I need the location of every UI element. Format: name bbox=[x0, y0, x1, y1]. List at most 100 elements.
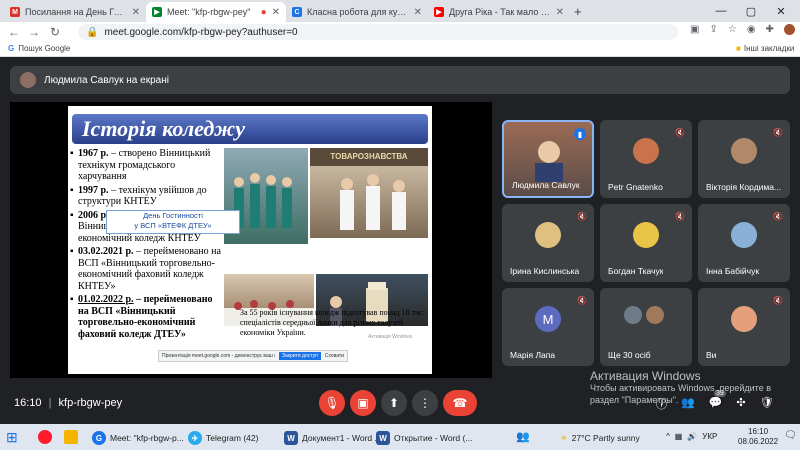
photo-banner: ТОВАРОЗНАВСТВА bbox=[310, 148, 428, 166]
participant-avatar bbox=[731, 222, 757, 248]
taskbar-item-chrome[interactable]: G Meet: "kfp-rbgw-p... bbox=[92, 428, 184, 448]
participant-avatar bbox=[731, 138, 757, 164]
close-tab-icon[interactable]: ✕ bbox=[132, 7, 140, 18]
participant-avatar bbox=[624, 306, 642, 324]
close-tab-icon[interactable]: ✕ bbox=[272, 7, 280, 18]
mic-muted-icon: 🔇 bbox=[675, 211, 685, 221]
meet-icon: ▶ bbox=[152, 7, 162, 17]
volume-icon[interactable]: 🔊 bbox=[687, 432, 697, 441]
extension-icon[interactable]: ◉ bbox=[747, 24, 756, 35]
slide-watermark: Активація Windows bbox=[368, 334, 413, 340]
address-bar[interactable]: 🔒 meet.google.com/kfp-rbgw-pey?authuser=… bbox=[78, 24, 678, 40]
tab-classroom[interactable]: C Класна робота для курсу "ФБС ✕ bbox=[286, 2, 428, 22]
slide-title: Історія коледжу bbox=[72, 114, 428, 144]
slide-bullet: 01.02.2022 р. – перейменовано на ВСП «Ві… bbox=[70, 294, 222, 340]
participant-count-badge: 39 bbox=[714, 390, 726, 397]
star-icon[interactable]: ☆ bbox=[728, 24, 737, 35]
slide-bullet: 1997 р. – технікум увійшов до структури … bbox=[70, 185, 222, 208]
share-icon[interactable]: ⇪ bbox=[709, 24, 717, 35]
tab-meet[interactable]: ▶ Meet: "kfp-rbgw-pey" ● ✕ bbox=[146, 2, 286, 22]
tab-youtube[interactable]: ▶ Друга Ріка - Так мало тут тебе ✕ bbox=[428, 2, 570, 22]
forward-icon[interactable]: → bbox=[28, 25, 40, 39]
puzzle-icon[interactable]: ✚ bbox=[766, 24, 774, 35]
screen-share-notice: Презентація meet.google.com - демонструє… bbox=[158, 350, 348, 362]
participant-avatar bbox=[633, 138, 659, 164]
more-participants-tile[interactable]: Ще 30 осіб bbox=[600, 288, 692, 366]
participant-avatar bbox=[646, 306, 664, 324]
weather-widget[interactable]: ☀ 27°C Partly sunny bbox=[560, 428, 640, 448]
file-explorer-icon[interactable] bbox=[64, 430, 78, 444]
google-icon: G bbox=[8, 44, 15, 53]
hide-button[interactable]: Сховати bbox=[325, 353, 344, 359]
participant-tile[interactable]: 🔇 Інна Бабійчук bbox=[698, 204, 790, 282]
new-tab-button[interactable]: + bbox=[574, 4, 582, 19]
telegram-icon: ✈ bbox=[188, 431, 202, 445]
host-controls-icon[interactable]: 🛡 bbox=[760, 396, 774, 412]
window-controls: — ▢ ✕ bbox=[706, 0, 796, 22]
close-window-icon[interactable]: ✕ bbox=[766, 0, 796, 22]
mic-muted-icon: 🔇 bbox=[577, 295, 587, 305]
mic-off-icon: 🎙 bbox=[324, 396, 340, 410]
participant-tile[interactable]: 🔇 Вікторія Кордима... bbox=[698, 120, 790, 198]
youtube-icon: ▶ bbox=[434, 7, 444, 17]
tab-hospitality-link[interactable]: M Посилання на День Гостинност ✕ bbox=[4, 2, 146, 22]
taskbar-item-telegram[interactable]: ✈ Telegram (42) bbox=[188, 428, 258, 448]
gmail-icon: M bbox=[10, 7, 20, 17]
recording-icon: ● bbox=[260, 6, 267, 18]
leave-call-button[interactable]: ☎ bbox=[443, 390, 477, 416]
language-indicator[interactable]: УКР bbox=[702, 432, 717, 441]
presentation-slide: Історія коледжу 1967 р. – створено Вінни… bbox=[68, 106, 432, 374]
back-icon[interactable]: ← bbox=[8, 25, 20, 39]
participant-tile[interactable]: 🔇 Богдан Ткачук bbox=[600, 204, 692, 282]
slide-bullet: 1967 р. – створено Вінницький технікум г… bbox=[70, 148, 222, 183]
bookmarks-bar: G Пошук Google ■ Інші закладки bbox=[0, 42, 800, 57]
close-tab-icon[interactable]: ✕ bbox=[414, 7, 422, 18]
maximize-icon[interactable]: ▢ bbox=[736, 0, 766, 22]
taskbar-item-word2[interactable]: W Открытие - Word (... bbox=[376, 428, 472, 448]
participant-tile[interactable]: 🔇 М Марія Лапа bbox=[502, 288, 594, 366]
notifications-icon[interactable]: 🗨 bbox=[784, 430, 797, 441]
participant-avatar bbox=[535, 222, 561, 248]
presenter-bar: Людмила Савлук на екрані bbox=[10, 66, 790, 94]
weather-sun-icon: ☀ bbox=[560, 432, 568, 443]
stop-sharing-button[interactable]: Закрити доступ bbox=[279, 352, 321, 360]
mic-muted-icon: 🔇 bbox=[675, 127, 685, 137]
opera-icon[interactable] bbox=[38, 430, 52, 444]
bookmark-google-search[interactable]: G Пошук Google bbox=[8, 44, 70, 53]
network-icon[interactable]: ▦ bbox=[675, 432, 683, 441]
start-icon[interactable]: ⊞ bbox=[6, 429, 18, 446]
end-call-icon: ☎ bbox=[452, 396, 468, 410]
people-taskbar-icon[interactable]: 👥 bbox=[516, 430, 530, 443]
people-icon[interactable]: 👥 bbox=[681, 396, 695, 412]
meeting-info: 16:10 | kfp-rbgw-pey bbox=[14, 397, 123, 409]
participant-tile[interactable]: ▮ Людмила Савлук bbox=[502, 120, 594, 198]
participant-tile[interactable]: 🔇 Ірина Кислинська bbox=[502, 204, 594, 282]
camera-icon[interactable]: ▣ bbox=[690, 24, 699, 35]
activities-icon[interactable]: ✣ bbox=[736, 396, 745, 412]
taskbar-item-word1[interactable]: W Документ1 - Word ... bbox=[284, 428, 382, 448]
close-tab-icon[interactable]: ✕ bbox=[556, 7, 564, 18]
minimize-icon[interactable]: — bbox=[706, 0, 736, 22]
participant-avatar: М bbox=[535, 306, 561, 332]
url-text: meet.google.com/kfp-rbgw-pey?authuser=0 bbox=[104, 26, 298, 38]
photo-lab-coats bbox=[310, 166, 428, 238]
presenter-avatar bbox=[20, 72, 36, 88]
info-icon[interactable]: ⓘ bbox=[656, 396, 667, 412]
clock[interactable]: 16:10 08.06.2022 bbox=[738, 427, 778, 447]
present-button[interactable]: ⬆ bbox=[381, 390, 407, 416]
camera-toggle-button[interactable]: ▣ bbox=[350, 390, 376, 416]
participant-tile[interactable]: 🔇 Petr Gnatenko bbox=[600, 120, 692, 198]
profile-avatar[interactable] bbox=[783, 24, 795, 35]
chrome-icon: G bbox=[92, 431, 106, 445]
more-vert-icon: ⋮ bbox=[419, 396, 431, 410]
self-tile[interactable]: 🔇 Ви bbox=[698, 288, 790, 366]
more-options-button[interactable]: ⋮ bbox=[412, 390, 438, 416]
present-icon: ⬆ bbox=[388, 396, 400, 410]
chat-icon[interactable]: 💬 bbox=[709, 396, 723, 412]
participant-video bbox=[535, 141, 563, 182]
mic-toggle-button[interactable]: 🎙 bbox=[319, 390, 345, 416]
bookmark-other[interactable]: ■ Інші закладки bbox=[736, 44, 794, 53]
reload-icon[interactable]: ↻ bbox=[50, 25, 60, 39]
meet-side-controls: ⓘ 👥 39 💬 ✣ 🛡 bbox=[656, 390, 774, 412]
chevron-up-icon[interactable]: ^ bbox=[666, 432, 670, 441]
